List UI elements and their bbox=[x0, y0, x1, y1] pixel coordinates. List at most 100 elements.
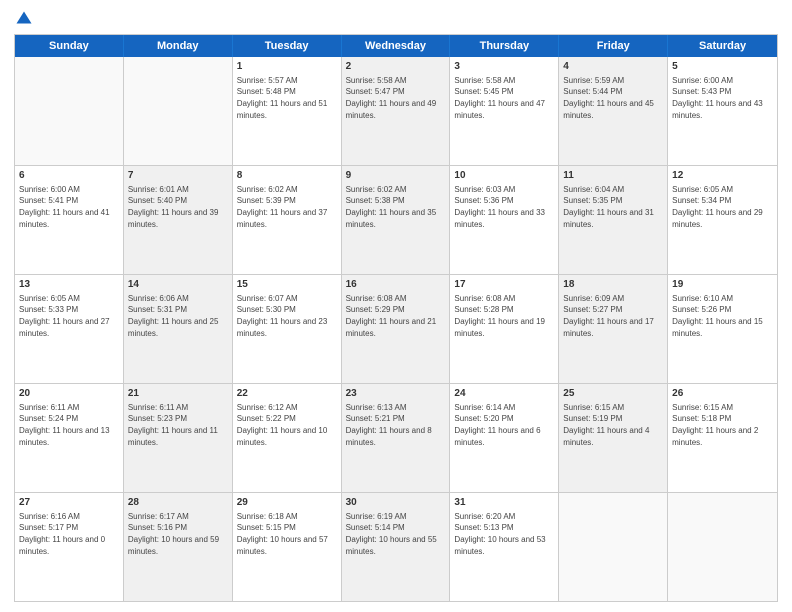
calendar-cell: 13 Sunrise: 6:05 AMSunset: 5:33 PMDayligh… bbox=[15, 275, 124, 383]
cell-info: Sunrise: 5:59 AMSunset: 5:44 PMDaylight:… bbox=[563, 76, 654, 120]
day-number: 29 bbox=[237, 496, 337, 510]
cell-info: Sunrise: 6:18 AMSunset: 5:15 PMDaylight:… bbox=[237, 512, 328, 556]
calendar-cell: 21 Sunrise: 6:11 AMSunset: 5:23 PMDayligh… bbox=[124, 384, 233, 492]
calendar-cell bbox=[559, 493, 668, 601]
cell-info: Sunrise: 6:04 AMSunset: 5:35 PMDaylight:… bbox=[563, 185, 654, 229]
day-number: 4 bbox=[563, 60, 663, 74]
calendar-week-2: 6Sunrise: 6:00 AMSunset: 5:41 PMDaylight… bbox=[15, 165, 777, 274]
cell-info: Sunrise: 6:11 AMSunset: 5:23 PMDaylight:… bbox=[128, 403, 218, 447]
calendar-cell: 11Sunrise: 6:04 AMSunset: 5:35 PMDayligh… bbox=[559, 166, 668, 274]
calendar-cell: 14 Sunrise: 6:06 AMSunset: 5:31 PMDayligh… bbox=[124, 275, 233, 383]
day-number: 26 bbox=[672, 387, 773, 401]
calendar-cell: 6Sunrise: 6:00 AMSunset: 5:41 PMDaylight… bbox=[15, 166, 124, 274]
day-number: 18 bbox=[563, 278, 663, 292]
cell-info: Sunrise: 6:02 AMSunset: 5:39 PMDaylight:… bbox=[237, 185, 328, 229]
calendar-cell bbox=[15, 57, 124, 165]
day-number: 14 bbox=[128, 278, 228, 292]
calendar-cell: 12 Sunrise: 6:05 AMSunset: 5:34 PMDayligh… bbox=[668, 166, 777, 274]
cell-info: Sunrise: 6:15 AMSunset: 5:19 PMDaylight:… bbox=[563, 403, 649, 447]
calendar-cell: 28 Sunrise: 6:17 AMSunset: 5:16 PMDayligh… bbox=[124, 493, 233, 601]
header-day-thursday: Thursday bbox=[450, 35, 559, 57]
day-number: 27 bbox=[19, 496, 119, 510]
cell-info: Sunrise: 6:01 AMSunset: 5:40 PMDaylight:… bbox=[128, 185, 219, 229]
calendar-cell: 19 Sunrise: 6:10 AMSunset: 5:26 PMDayligh… bbox=[668, 275, 777, 383]
calendar-cell: 25Sunrise: 6:15 AMSunset: 5:19 PMDayligh… bbox=[559, 384, 668, 492]
calendar-cell: 30 Sunrise: 6:19 AMSunset: 5:14 PMDayligh… bbox=[342, 493, 451, 601]
cell-info: Sunrise: 6:05 AMSunset: 5:34 PMDaylight:… bbox=[672, 185, 763, 229]
cell-info: Sunrise: 6:06 AMSunset: 5:31 PMDaylight:… bbox=[128, 294, 219, 338]
day-number: 13 bbox=[19, 278, 119, 292]
cell-info: Sunrise: 6:13 AMSunset: 5:21 PMDaylight:… bbox=[346, 403, 432, 447]
calendar-week-5: 27 Sunrise: 6:16 AMSunset: 5:17 PMDayligh… bbox=[15, 492, 777, 601]
day-number: 15 bbox=[237, 278, 337, 292]
calendar-cell: 16 Sunrise: 6:08 AMSunset: 5:29 PMDayligh… bbox=[342, 275, 451, 383]
cell-info: Sunrise: 6:20 AMSunset: 5:13 PMDaylight:… bbox=[454, 512, 545, 556]
calendar-week-1: 1 Sunrise: 5:57 AMSunset: 5:48 PMDaylight… bbox=[15, 57, 777, 165]
day-number: 19 bbox=[672, 278, 773, 292]
cell-info: Sunrise: 5:57 AMSunset: 5:48 PMDaylight:… bbox=[237, 76, 328, 120]
day-number: 16 bbox=[346, 278, 446, 292]
day-number: 6 bbox=[19, 169, 119, 183]
header-day-tuesday: Tuesday bbox=[233, 35, 342, 57]
cell-info: Sunrise: 6:09 AMSunset: 5:27 PMDaylight:… bbox=[563, 294, 654, 338]
calendar-cell: 17Sunrise: 6:08 AMSunset: 5:28 PMDayligh… bbox=[450, 275, 559, 383]
calendar-week-4: 20 Sunrise: 6:11 AMSunset: 5:24 PMDayligh… bbox=[15, 383, 777, 492]
calendar-cell: 26 Sunrise: 6:15 AMSunset: 5:18 PMDayligh… bbox=[668, 384, 777, 492]
header-day-monday: Monday bbox=[124, 35, 233, 57]
day-number: 17 bbox=[454, 278, 554, 292]
cell-info: Sunrise: 6:15 AMSunset: 5:18 PMDaylight:… bbox=[672, 403, 758, 447]
day-number: 1 bbox=[237, 60, 337, 74]
cell-info: Sunrise: 6:03 AMSunset: 5:36 PMDaylight:… bbox=[454, 185, 545, 229]
cell-info: Sunrise: 6:08 AMSunset: 5:29 PMDaylight:… bbox=[346, 294, 437, 338]
day-number: 2 bbox=[346, 60, 446, 74]
calendar-cell: 8 Sunrise: 6:02 AMSunset: 5:39 PMDaylight… bbox=[233, 166, 342, 274]
header-day-saturday: Saturday bbox=[668, 35, 777, 57]
header-day-friday: Friday bbox=[559, 35, 668, 57]
logo-text bbox=[14, 10, 33, 28]
calendar-cell: 1 Sunrise: 5:57 AMSunset: 5:48 PMDaylight… bbox=[233, 57, 342, 165]
calendar-cell: 23Sunrise: 6:13 AMSunset: 5:21 PMDayligh… bbox=[342, 384, 451, 492]
cell-info: Sunrise: 6:05 AMSunset: 5:33 PMDaylight:… bbox=[19, 294, 110, 338]
calendar-cell: 22Sunrise: 6:12 AMSunset: 5:22 PMDayligh… bbox=[233, 384, 342, 492]
day-number: 31 bbox=[454, 496, 554, 510]
header-day-wednesday: Wednesday bbox=[342, 35, 451, 57]
day-number: 21 bbox=[128, 387, 228, 401]
day-number: 8 bbox=[237, 169, 337, 183]
calendar: SundayMondayTuesdayWednesdayThursdayFrid… bbox=[14, 34, 778, 602]
logo-icon bbox=[15, 10, 33, 28]
cell-info: Sunrise: 6:19 AMSunset: 5:14 PMDaylight:… bbox=[346, 512, 437, 556]
day-number: 9 bbox=[346, 169, 446, 183]
calendar-cell: 7 Sunrise: 6:01 AMSunset: 5:40 PMDaylight… bbox=[124, 166, 233, 274]
day-number: 30 bbox=[346, 496, 446, 510]
calendar-week-3: 13 Sunrise: 6:05 AMSunset: 5:33 PMDayligh… bbox=[15, 274, 777, 383]
cell-info: Sunrise: 6:07 AMSunset: 5:30 PMDaylight:… bbox=[237, 294, 328, 338]
calendar-cell: 27 Sunrise: 6:16 AMSunset: 5:17 PMDayligh… bbox=[15, 493, 124, 601]
calendar-cell: 2 Sunrise: 5:58 AMSunset: 5:47 PMDaylight… bbox=[342, 57, 451, 165]
cell-info: Sunrise: 6:10 AMSunset: 5:26 PMDaylight:… bbox=[672, 294, 763, 338]
calendar-cell: 31 Sunrise: 6:20 AMSunset: 5:13 PMDayligh… bbox=[450, 493, 559, 601]
calendar-header: SundayMondayTuesdayWednesdayThursdayFrid… bbox=[15, 35, 777, 57]
day-number: 20 bbox=[19, 387, 119, 401]
calendar-cell: 4 Sunrise: 5:59 AMSunset: 5:44 PMDaylight… bbox=[559, 57, 668, 165]
cell-info: Sunrise: 6:12 AMSunset: 5:22 PMDaylight:… bbox=[237, 403, 328, 447]
cell-info: Sunrise: 6:17 AMSunset: 5:16 PMDaylight:… bbox=[128, 512, 219, 556]
day-number: 12 bbox=[672, 169, 773, 183]
cell-info: Sunrise: 6:02 AMSunset: 5:38 PMDaylight:… bbox=[346, 185, 437, 229]
day-number: 28 bbox=[128, 496, 228, 510]
day-number: 24 bbox=[454, 387, 554, 401]
calendar-cell: 29 Sunrise: 6:18 AMSunset: 5:15 PMDayligh… bbox=[233, 493, 342, 601]
cell-info: Sunrise: 6:16 AMSunset: 5:17 PMDaylight:… bbox=[19, 512, 105, 556]
cell-info: Sunrise: 6:14 AMSunset: 5:20 PMDaylight:… bbox=[454, 403, 540, 447]
day-number: 5 bbox=[672, 60, 773, 74]
header-day-sunday: Sunday bbox=[15, 35, 124, 57]
calendar-cell: 10Sunrise: 6:03 AMSunset: 5:36 PMDayligh… bbox=[450, 166, 559, 274]
calendar-cell: 5Sunrise: 6:00 AMSunset: 5:43 PMDaylight… bbox=[668, 57, 777, 165]
calendar-cell: 24 Sunrise: 6:14 AMSunset: 5:20 PMDayligh… bbox=[450, 384, 559, 492]
cell-info: Sunrise: 5:58 AMSunset: 5:47 PMDaylight:… bbox=[346, 76, 437, 120]
calendar-body: 1 Sunrise: 5:57 AMSunset: 5:48 PMDaylight… bbox=[15, 57, 777, 601]
calendar-cell: 15 Sunrise: 6:07 AMSunset: 5:30 PMDayligh… bbox=[233, 275, 342, 383]
day-number: 7 bbox=[128, 169, 228, 183]
cell-info: Sunrise: 6:11 AMSunset: 5:24 PMDaylight:… bbox=[19, 403, 110, 447]
calendar-cell: 20 Sunrise: 6:11 AMSunset: 5:24 PMDayligh… bbox=[15, 384, 124, 492]
page: SundayMondayTuesdayWednesdayThursdayFrid… bbox=[0, 0, 792, 612]
